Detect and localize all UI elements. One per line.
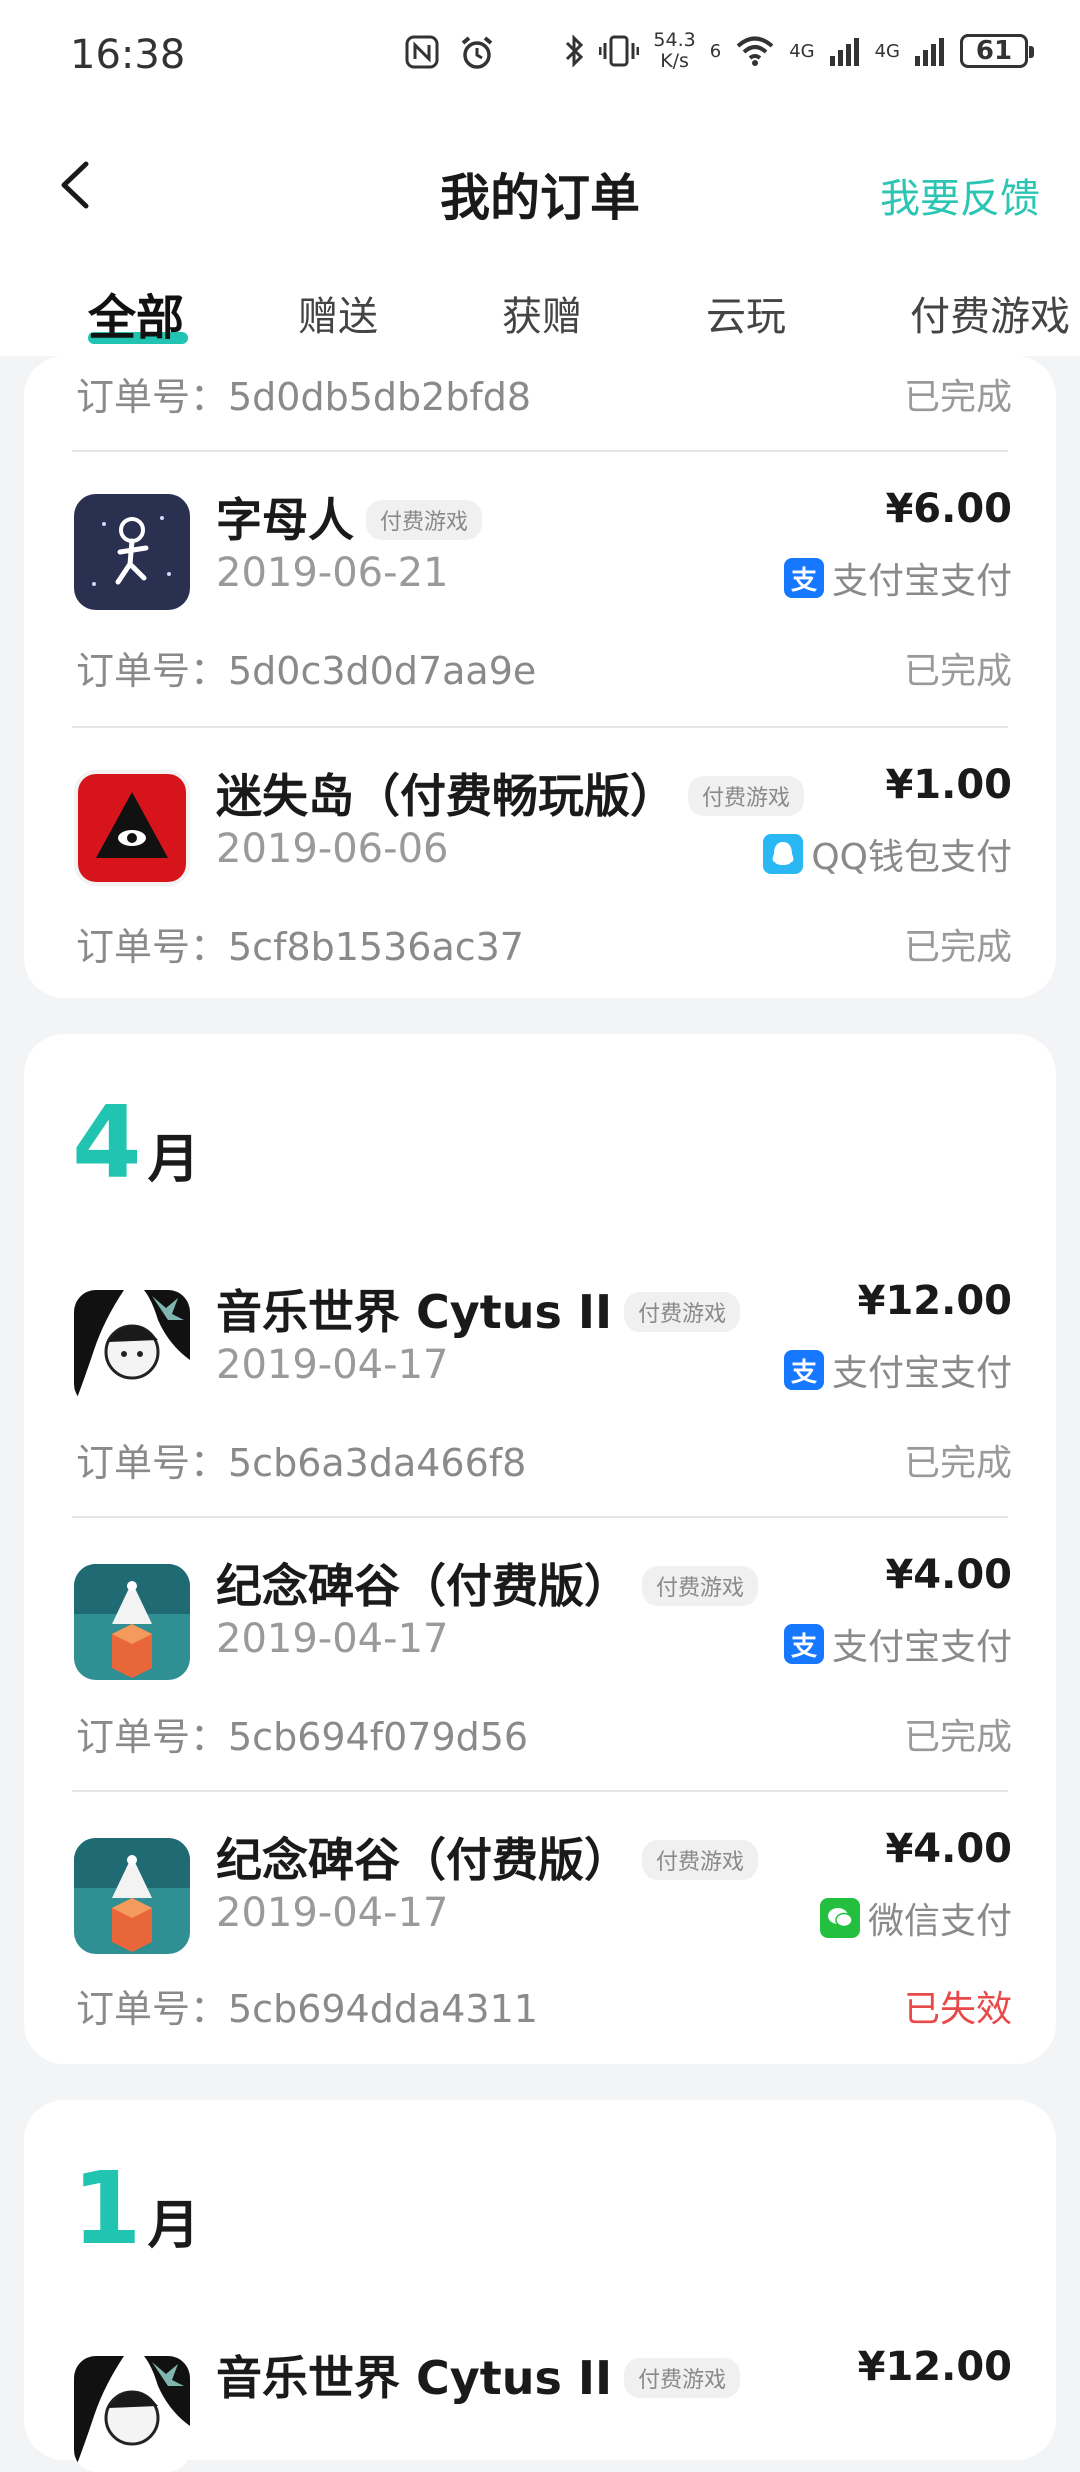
- signal-icon: [915, 38, 944, 66]
- game-name: 纪念碑谷（付费版） 付费游戏: [216, 1824, 759, 1890]
- order-status: 已完成: [903, 1443, 1012, 1484]
- order-card: 订单号：5d0db5db2bfd8 已完成 字母人 付费游戏 2019-06-21…: [24, 356, 1056, 998]
- order-date: 2019-04-17: [216, 1342, 449, 1388]
- order-number: 订单号：5cb694f079d56: [76, 1715, 529, 1759]
- payment-method: 支 支付宝支付: [783, 552, 1012, 604]
- status-left-icons: [404, 34, 496, 72]
- game-name: 音乐世界 Cytus II 付费游戏: [216, 1276, 741, 1342]
- order-date: 2019-06-21: [216, 550, 449, 596]
- game-name: 迷失岛（付费畅玩版） 付费游戏: [216, 760, 805, 826]
- payment-method: 支 支付宝支付: [783, 1618, 1012, 1670]
- net-speed: 54.3 K/s: [653, 29, 696, 72]
- order-status: 已完成: [903, 927, 1012, 968]
- order-number: 订单号：5d0c3d0d7aa9e: [76, 649, 537, 693]
- game-icon: [74, 2356, 190, 2472]
- order-item[interactable]: 纪念碑谷（付费版） 付费游戏 2019-04-17 ¥4.00 微信支付 订单号：…: [24, 1792, 1056, 2064]
- order-item[interactable]: 音乐世界 Cytus II 付费游戏 ¥12.00: [24, 2310, 1056, 2472]
- tab-paid-games[interactable]: 付费游戏: [910, 284, 1070, 342]
- nfc-icon: [405, 35, 439, 69]
- wechat-pay-icon: [819, 1898, 860, 1938]
- game-name: 字母人 付费游戏: [216, 484, 483, 550]
- alipay-icon: 支: [783, 1624, 824, 1664]
- tab-gift[interactable]: 赠送: [298, 284, 378, 342]
- paid-game-tag: 付费游戏: [642, 1565, 759, 1606]
- paid-game-tag: 付费游戏: [624, 1291, 741, 1332]
- month-header: 4月: [72, 1084, 200, 1201]
- game-name: 音乐世界 Cytus II 付费游戏: [216, 2342, 741, 2408]
- sim1-label: 4G: [789, 40, 815, 62]
- alipay-icon: 支: [783, 558, 824, 598]
- tab-received[interactable]: 获赠: [502, 284, 582, 342]
- game-icon: [74, 1564, 190, 1680]
- wifi-label: 6: [709, 40, 722, 62]
- order-price: ¥12.00: [857, 1278, 1012, 1324]
- paid-game-tag: 付费游戏: [642, 1839, 759, 1880]
- game-icon: [74, 770, 190, 886]
- order-item[interactable]: 迷失岛（付费畅玩版） 付费游戏 2019-06-06 ¥1.00 QQ钱包支付 订…: [24, 728, 1056, 998]
- order-date: 2019-04-17: [216, 1616, 449, 1662]
- vibrate-icon: [599, 35, 640, 67]
- payment-method: 微信支付: [819, 1892, 1012, 1944]
- payment-method: QQ钱包支付: [763, 828, 1012, 880]
- game-name: 纪念碑谷（付费版） 付费游戏: [216, 1550, 759, 1616]
- order-item[interactable]: 字母人 付费游戏 2019-06-21 ¥6.00 支 支付宝支付 订单号：5d0…: [24, 452, 1056, 726]
- order-number: 订单号：5cb6a3da466f8: [76, 1441, 527, 1485]
- nav-bar: 我的订单 我要反馈: [0, 110, 1080, 240]
- alarm-icon: [461, 36, 493, 69]
- order-status: 已完成: [903, 1717, 1012, 1758]
- battery-icon: 61: [960, 34, 1034, 68]
- month-header: 1月: [72, 2150, 200, 2267]
- order-price: ¥12.00: [857, 2344, 1012, 2390]
- order-number: 订单号：5cf8b1536ac37: [76, 925, 524, 969]
- qq-wallet-icon: [763, 834, 804, 874]
- signal-icon: [829, 38, 859, 66]
- order-item[interactable]: 音乐世界 Cytus II 付费游戏 2019-04-17 ¥12.00 支 支付…: [24, 1244, 1056, 1518]
- order-status: 已完成: [903, 651, 1012, 692]
- order-status: 已完成: [903, 377, 1012, 418]
- order-price: ¥4.00: [885, 1552, 1012, 1598]
- month-card-january: 1月 音乐世界 Cytus II 付费游戏 ¥12.00: [24, 2100, 1056, 2472]
- payment-method: 支 支付宝支付: [783, 1344, 1012, 1396]
- month-card-april: 4月 音乐世界 Cytus II 付费游戏 2019-04-17 ¥12.00 支…: [24, 1034, 1056, 2064]
- order-date: 2019-06-06: [216, 826, 449, 872]
- game-icon: [74, 1290, 190, 1406]
- order-price: ¥6.00: [885, 486, 1012, 532]
- wifi-icon: [736, 36, 774, 66]
- paid-game-tag: 付费游戏: [366, 499, 483, 540]
- game-icon: [74, 494, 190, 610]
- paid-game-tag: 付费游戏: [624, 2357, 741, 2398]
- order-status: 已失效: [903, 1989, 1012, 2030]
- order-price: ¥1.00: [885, 762, 1012, 808]
- paid-game-tag: 付费游戏: [688, 775, 805, 816]
- game-icon: [74, 1838, 190, 1954]
- order-number: 订单号：5cb694dda4311: [76, 1987, 538, 2031]
- feedback-button[interactable]: 我要反馈: [880, 166, 1040, 224]
- order-item[interactable]: 纪念碑谷（付费版） 付费游戏 2019-04-17 ¥4.00 支 支付宝支付 订…: [24, 1518, 1056, 1792]
- tab-bar: 全部 赠送 获赠 云玩 付费游戏: [0, 240, 1080, 356]
- status-bar: 16:38 54.3 K/s 6 4G 4G 61: [0, 0, 1080, 110]
- order-price: ¥4.00: [885, 1826, 1012, 1872]
- alipay-icon: 支: [783, 1350, 824, 1390]
- order-date: 2019-04-17: [216, 1890, 449, 1936]
- status-right-icons: 54.3 K/s 6 4G 4G 61: [563, 29, 1034, 72]
- order-number: 订单号：5d0db5db2bfd8: [76, 375, 532, 419]
- bluetooth-icon: [566, 34, 584, 68]
- status-time: 16:38: [70, 32, 186, 78]
- tab-all[interactable]: 全部: [88, 278, 184, 348]
- sim2-label: 4G: [874, 40, 900, 62]
- tab-cloud[interactable]: 云玩: [706, 284, 786, 342]
